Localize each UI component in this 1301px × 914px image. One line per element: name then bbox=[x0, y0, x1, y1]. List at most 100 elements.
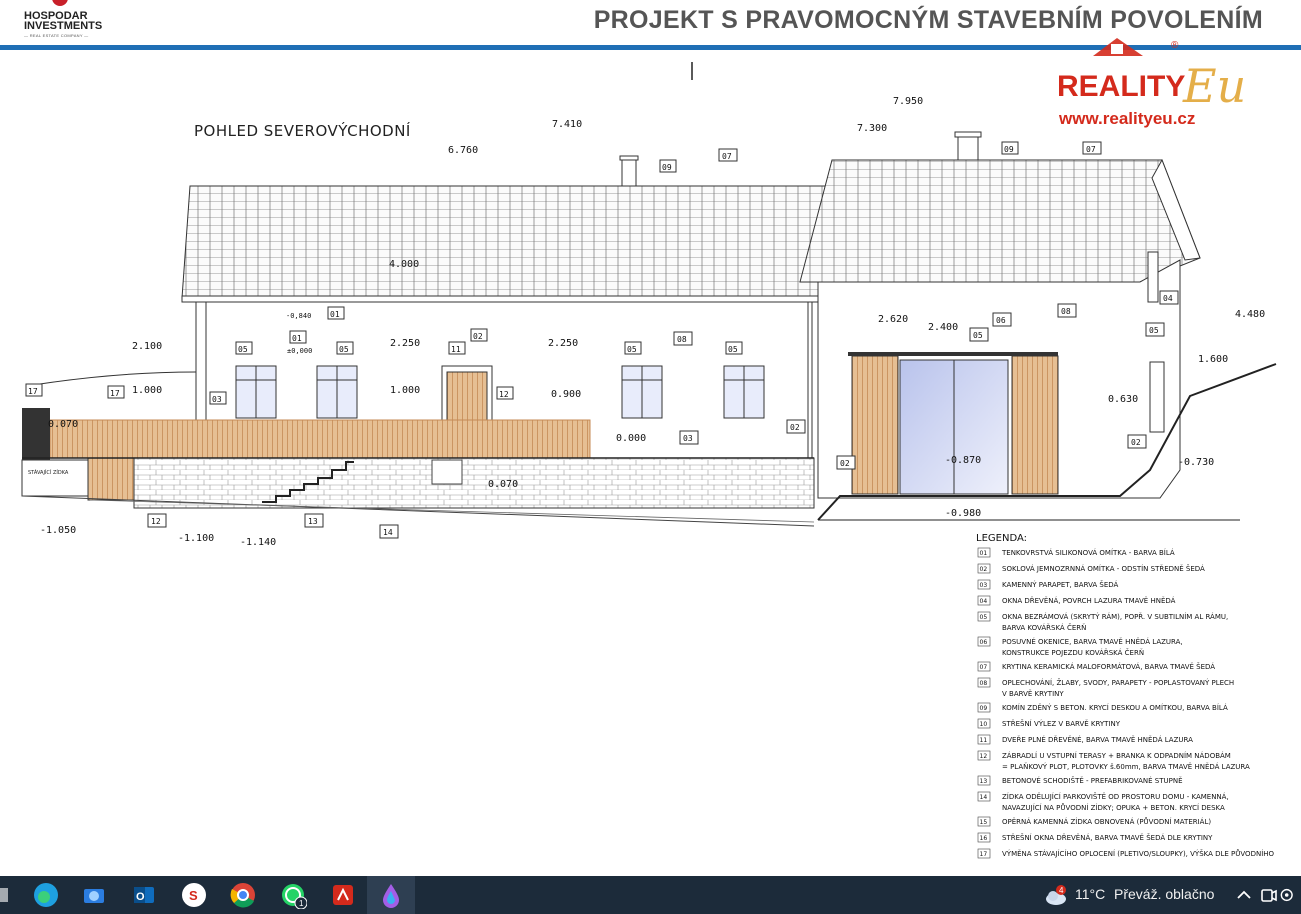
svg-text:1.000: 1.000 bbox=[132, 385, 162, 396]
svg-text:05: 05 bbox=[339, 345, 349, 354]
svg-text:02: 02 bbox=[790, 423, 800, 432]
legend-item: 09 KOMÍN ZDĚNÝ S BETON. KRYCÍ DESKOU A OM… bbox=[977, 702, 1228, 713]
svg-text:17: 17 bbox=[110, 389, 120, 398]
svg-text:1: 1 bbox=[299, 899, 304, 908]
svg-text:4.480: 4.480 bbox=[1235, 309, 1265, 320]
svg-text:02: 02 bbox=[840, 459, 850, 468]
svg-text:2.400: 2.400 bbox=[928, 322, 958, 333]
logo-line2: INVESTMENTS bbox=[24, 20, 103, 32]
svg-text:-1.050: -1.050 bbox=[40, 525, 76, 536]
svg-text:2.250: 2.250 bbox=[390, 338, 420, 349]
chrome-icon[interactable] bbox=[229, 881, 257, 909]
svg-text:17: 17 bbox=[28, 387, 38, 396]
svg-text:03: 03 bbox=[683, 434, 693, 443]
svg-text:0.900: 0.900 bbox=[551, 389, 581, 400]
svg-text:-0.980: -0.980 bbox=[945, 508, 981, 519]
svg-text:7.300: 7.300 bbox=[857, 123, 887, 134]
legend-code: 07 bbox=[980, 664, 988, 671]
legend-text: NAVAZUJÍCÍ NA PŮVODNÍ ZÍDKY; OPUKA + BET… bbox=[1002, 803, 1225, 812]
legend-code: 06 bbox=[980, 639, 988, 646]
legend-text: OKNA DŘEVĚNÁ, POVRCH LAZURA TMAVĚ HNĚDÁ bbox=[1002, 596, 1176, 605]
svg-text:4.000: 4.000 bbox=[389, 259, 419, 270]
hospodar-logo: HOSPODAR INVESTMENTS — REAL ESTATE COMPA… bbox=[14, 0, 114, 42]
terrace-railing bbox=[49, 419, 591, 459]
legend-code: 08 bbox=[980, 680, 988, 687]
legend-text: KOMÍN ZDĚNÝ S BETON. KRYCÍ DESKOU A OMÍT… bbox=[1002, 703, 1228, 712]
svg-text:2.250: 2.250 bbox=[548, 338, 578, 349]
legend: LEGENDA: 01 TENKOVRSTVÁ SILIKONOVÁ OMÍTKA… bbox=[976, 533, 1275, 859]
explorer-icon[interactable] bbox=[80, 881, 108, 909]
sliding-shutter-left bbox=[851, 355, 899, 495]
svg-text:-0,840: -0,840 bbox=[286, 312, 311, 320]
legend-text: OPĚRNÁ KAMENNÁ ZÍDKA OBNOVENÁ (PŮVODNÍ M… bbox=[1002, 817, 1211, 826]
svg-text:2.100: 2.100 bbox=[132, 341, 162, 352]
weather-icon[interactable]: 4 bbox=[1042, 881, 1070, 909]
svg-text:12: 12 bbox=[151, 517, 161, 526]
legend-text: VÝMĚNA STÁVAJÍCÍHO OPLOCENÍ (PLETIVO/SLO… bbox=[1002, 849, 1275, 858]
legend-item: 12 ZÁBRADLÍ U VSTUPNÍ TERASY + BRANKA K O… bbox=[977, 750, 1250, 771]
legend-code: 05 bbox=[980, 614, 988, 621]
svg-text:07: 07 bbox=[722, 152, 732, 161]
legend-text: V BARVĚ KRYTINY bbox=[1002, 689, 1064, 698]
svg-text:4: 4 bbox=[1059, 886, 1064, 895]
realityeu-watermark: REALITY Eu ® www.realityeu.cz bbox=[1057, 38, 1246, 128]
svg-text:06: 06 bbox=[996, 316, 1006, 325]
legend-item: 11 DVEŘE PLNÉ DŘEVĚNÉ, BARVA TMAVĚ HNĚDÁ … bbox=[977, 734, 1193, 745]
svg-text:14: 14 bbox=[383, 528, 393, 537]
existing-wall-label: STÁVAJÍCÍ ZÍDKA bbox=[28, 469, 69, 476]
svg-text:0.000: 0.000 bbox=[616, 433, 646, 444]
legend-text: BETONOVÉ SCHODIŠTĚ - PREFABRIKOVANÉ STUP… bbox=[1002, 776, 1183, 785]
logo-mark-icon bbox=[52, 0, 68, 6]
legend-text: DVEŘE PLNÉ DŘEVĚNÉ, BARVA TMAVĚ HNĚDÁ LA… bbox=[1002, 735, 1193, 744]
outlook-icon[interactable]: O bbox=[130, 881, 158, 909]
legend-item: 02 SOKLOVÁ JEMNOZRNNÁ OMÍTKA - ODSTÍN STŘ… bbox=[977, 563, 1205, 574]
legend-item: 16 STŘEŠNÍ OKNA DŘEVĚNÁ, BARVA TMAVĚ ŠEDÁ… bbox=[977, 832, 1213, 843]
svg-text:-1.140: -1.140 bbox=[240, 537, 276, 548]
svg-text:7.410: 7.410 bbox=[552, 119, 582, 130]
temperature[interactable]: 11°C bbox=[1075, 886, 1105, 902]
legend-item: 01 TENKOVRSTVÁ SILIKONOVÁ OMÍTKA - BARVA … bbox=[977, 547, 1175, 558]
legend-item: 05 OKNA BEZRÁMOVÁ (SKRYTÝ RÁM), POPŘ. V S… bbox=[977, 611, 1228, 632]
logo-tagline: — REAL ESTATE COMPANY — bbox=[24, 33, 89, 38]
legend-item: 07 KRYTINA KERAMICKÁ MALOFORMÁTOVÁ, BARVA… bbox=[977, 661, 1215, 672]
acrobat-icon[interactable] bbox=[329, 881, 357, 909]
s-app-icon[interactable]: S bbox=[180, 881, 208, 909]
legend-text: STŘEŠNÍ OKNA DŘEVĚNÁ, BARVA TMAVĚ ŠEDÁ D… bbox=[1002, 833, 1213, 842]
legend-item: 17 VÝMĚNA STÁVAJÍCÍHO OPLOCENÍ (PLETIVO/S… bbox=[977, 848, 1275, 859]
svg-text:12: 12 bbox=[499, 390, 509, 399]
legend-code: 16 bbox=[980, 835, 988, 842]
sliding-shutter-right bbox=[1011, 355, 1059, 495]
view-title: POHLED SEVEROVÝCHODNÍ bbox=[194, 121, 411, 140]
legend-item: 06 POSUVNÉ OKENICE, BARVA TMAVĚ HNĚDÁ LAZ… bbox=[977, 636, 1183, 657]
edge-icon[interactable] bbox=[32, 881, 60, 909]
legend-text: OKNA BEZRÁMOVÁ (SKRYTÝ RÁM), POPŘ. V SUB… bbox=[1002, 612, 1228, 621]
legend-code: 13 bbox=[980, 778, 988, 785]
svg-text:O: O bbox=[136, 891, 145, 903]
legend-text: = PLAŇKOVÝ PLOT, PLOTOVKY š.60mm, BARVA … bbox=[1002, 762, 1250, 771]
legend-code: 11 bbox=[980, 737, 988, 744]
svg-text:09: 09 bbox=[662, 163, 672, 172]
svg-text:01: 01 bbox=[330, 310, 340, 319]
whatsapp-icon[interactable]: 1 bbox=[279, 881, 307, 909]
paint-icon[interactable] bbox=[377, 881, 405, 909]
svg-text:REALITY: REALITY bbox=[1057, 70, 1185, 103]
right-roof bbox=[799, 159, 1201, 283]
svg-text:05: 05 bbox=[1149, 326, 1159, 335]
svg-text:1.000: 1.000 bbox=[390, 385, 420, 396]
legend-text: ZÍDKA ODĚLUJÍCÍ PARKOVIŠTĚ OD PROSTORU D… bbox=[1002, 792, 1229, 801]
svg-text:6.760: 6.760 bbox=[448, 145, 478, 156]
weather-description[interactable]: Převáž. oblačno bbox=[1114, 886, 1214, 902]
svg-text:0.630: 0.630 bbox=[1108, 394, 1138, 405]
svg-text:07: 07 bbox=[1086, 145, 1096, 154]
svg-text:02: 02 bbox=[1131, 438, 1141, 447]
start-icon[interactable] bbox=[0, 888, 8, 902]
legend-text: TENKOVRSTVÁ SILIKONOVÁ OMÍTKA - BARVA BÍ… bbox=[1001, 548, 1175, 557]
network-icon[interactable] bbox=[1276, 881, 1301, 909]
legend-item: 14 ZÍDKA ODĚLUJÍCÍ PARKOVIŠTĚ OD PROSTORU… bbox=[977, 791, 1229, 812]
svg-text:Eu: Eu bbox=[1182, 59, 1246, 113]
legend-text: SOKLOVÁ JEMNOZRNNÁ OMÍTKA - ODSTÍN STŘED… bbox=[1002, 564, 1205, 573]
legend-code: 09 bbox=[980, 705, 988, 712]
legend-code: 17 bbox=[980, 851, 988, 858]
legend-text: STŘEŠNÍ VÝLEZ V BARVĚ KRYTINY bbox=[1002, 719, 1121, 728]
legend-code: 15 bbox=[980, 819, 988, 826]
